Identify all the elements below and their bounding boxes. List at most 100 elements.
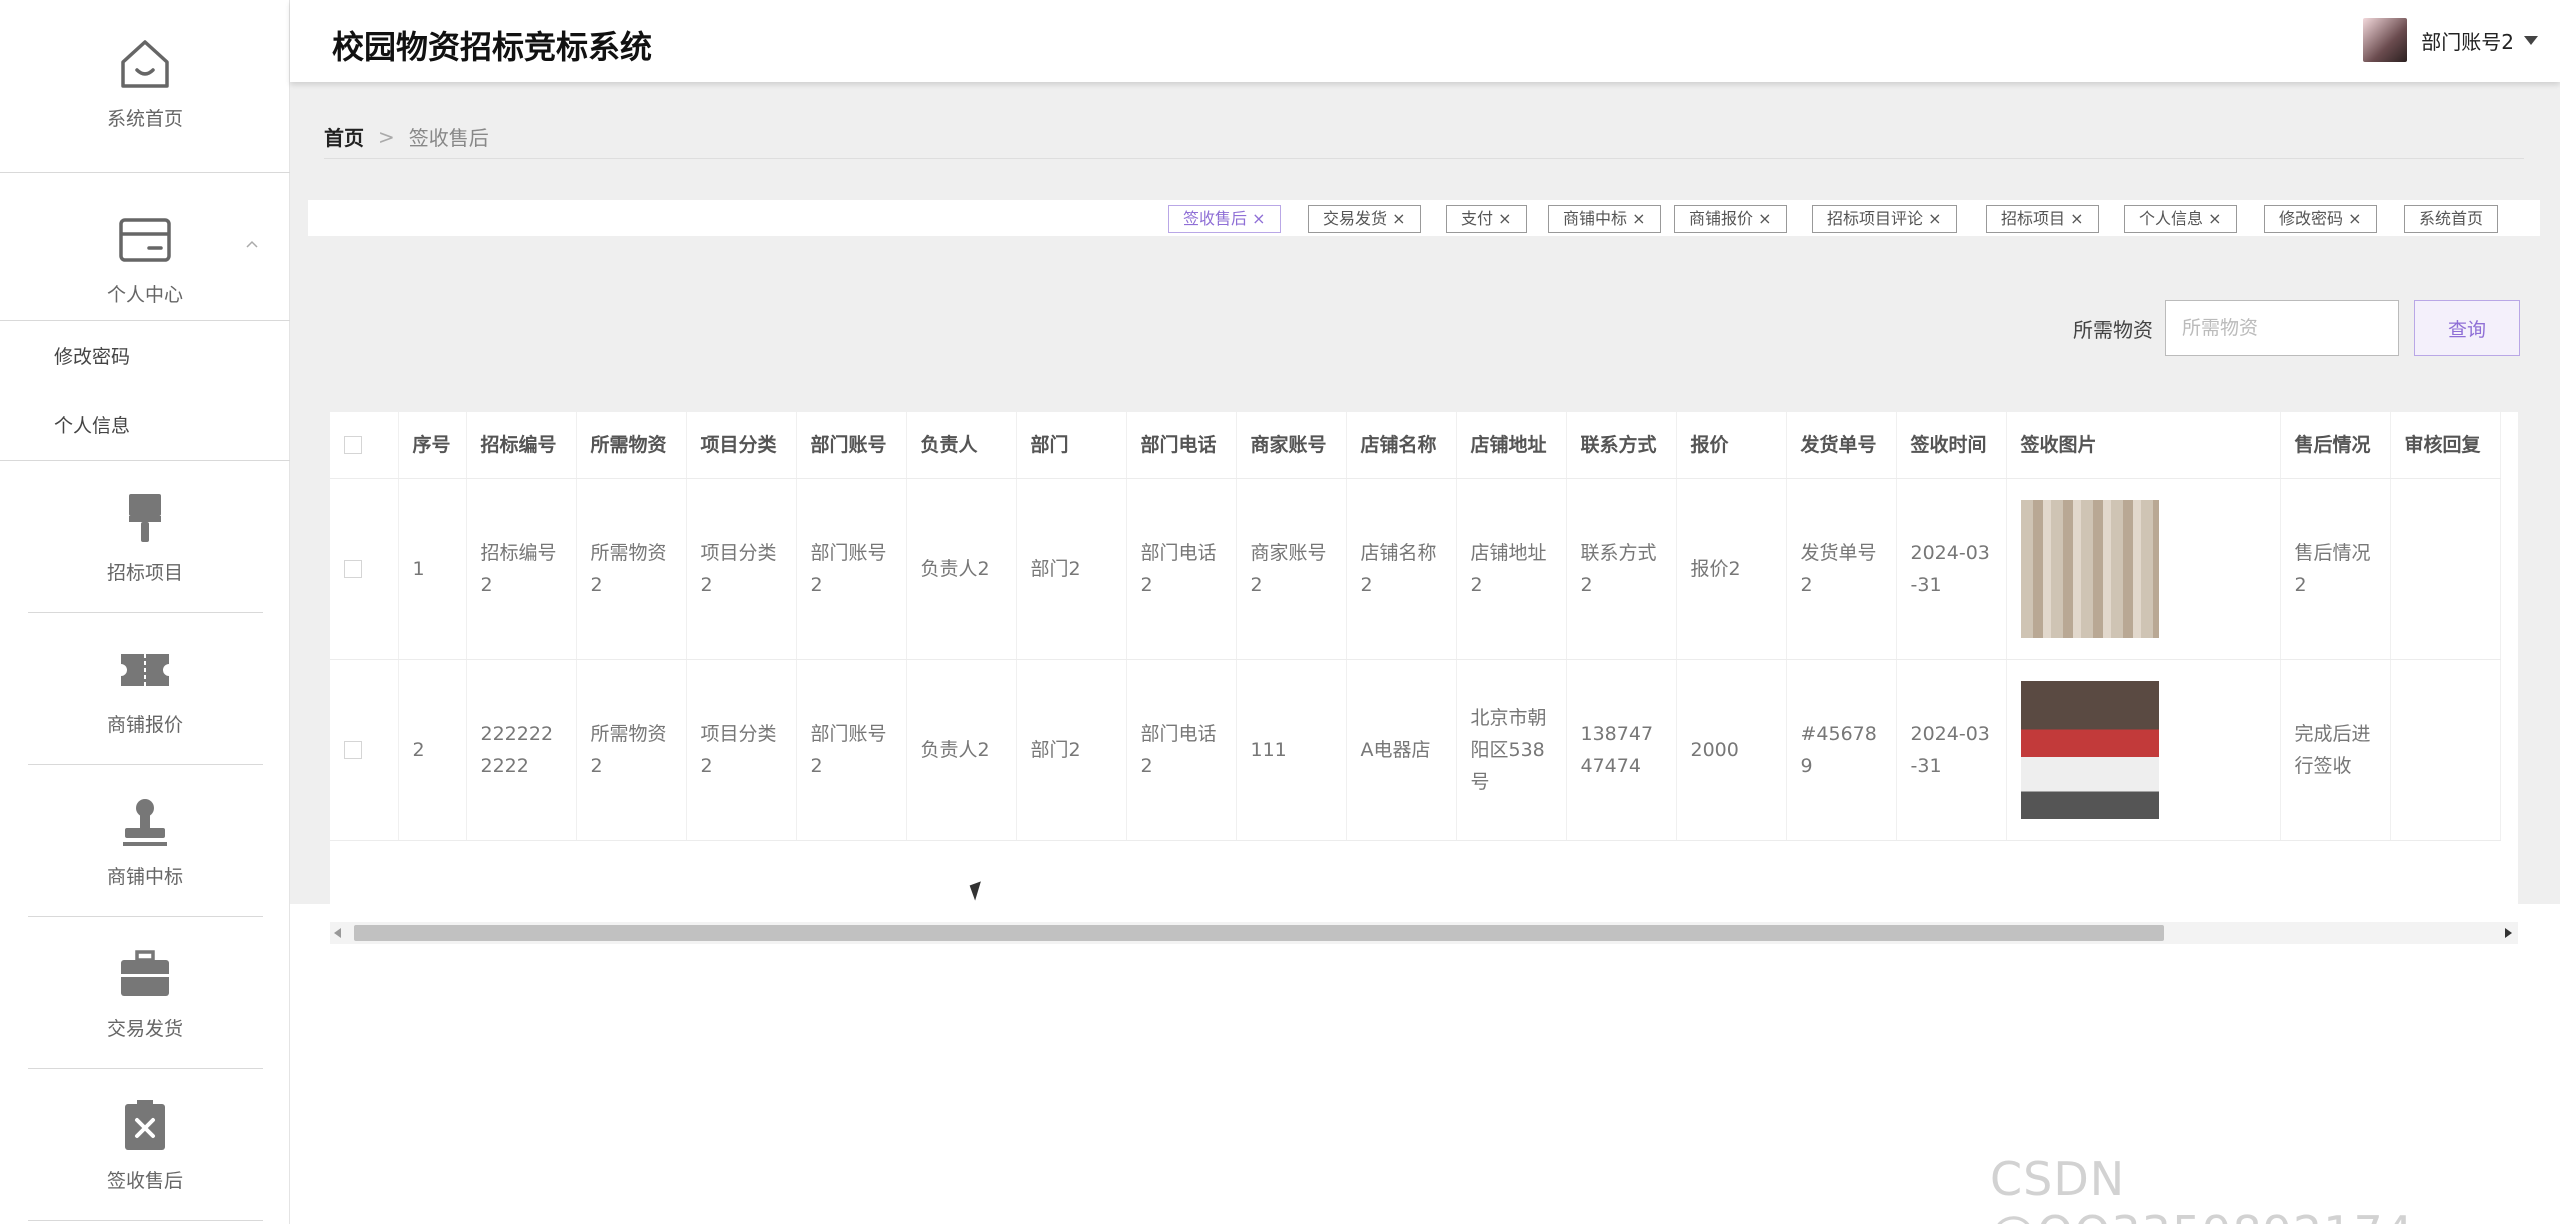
table-cell: 项目分类2 bbox=[686, 659, 797, 841]
sidebar-item-label: 商铺中标 bbox=[106, 866, 183, 888]
sidebar-item-shop-winning[interactable]: 商铺中标 bbox=[0, 792, 290, 889]
receipt-image-cell bbox=[2006, 478, 2281, 660]
search-input[interactable] bbox=[2165, 300, 2399, 356]
user-menu[interactable]: 部门账号2 bbox=[2363, 18, 2538, 62]
column-header: 售后情况 bbox=[2280, 412, 2391, 479]
tab-project-comments[interactable]: 招标项目评论 × bbox=[1812, 205, 1957, 233]
tab-bidding-projects[interactable]: 招标项目 × bbox=[1986, 205, 2099, 233]
search-label: 所需物资 bbox=[2073, 318, 2153, 342]
watermark: CSDN @QQ3359892174 bbox=[1990, 1152, 2413, 1224]
card-icon bbox=[119, 218, 171, 262]
tags-view-bar: 签收售后 × 交易发货 × 支付 × 商铺中标 × 商铺报价 × 招标项目评论 … bbox=[308, 200, 2540, 236]
divider bbox=[28, 916, 263, 917]
table-cell: 所需物资2 bbox=[576, 478, 687, 660]
table-cell: 2 bbox=[398, 659, 467, 841]
column-header: 部门 bbox=[1016, 412, 1127, 479]
divider bbox=[0, 320, 290, 321]
table-cell: 联系方式2 bbox=[1566, 478, 1677, 660]
avatar[interactable] bbox=[2363, 18, 2408, 62]
column-header: 序号 bbox=[398, 412, 467, 479]
table-cell: 发货单号2 bbox=[1786, 478, 1897, 660]
table-cell: #456789 bbox=[1786, 659, 1897, 841]
brush-icon bbox=[129, 494, 161, 542]
table-row[interactable]: 1 招标编号2 所需物资2 项目分类2 部门账号2 负责人2 部门2 部门电话2… bbox=[330, 478, 2501, 660]
receipt-image[interactable] bbox=[2020, 499, 2159, 638]
column-header: 负责人 bbox=[906, 412, 1017, 479]
row-select-cell[interactable] bbox=[330, 659, 399, 841]
table-cell: 2000 bbox=[1676, 659, 1787, 841]
app-title: 校园物资招标竞标系统 bbox=[332, 28, 653, 66]
row-select-cell[interactable] bbox=[330, 478, 399, 660]
scroll-right-arrow-icon[interactable] bbox=[2505, 928, 2512, 938]
tab-shop-quote[interactable]: 商铺报价 × bbox=[1674, 205, 1787, 233]
table-cell: 项目分类2 bbox=[686, 478, 797, 660]
table-cell: 部门2 bbox=[1016, 659, 1127, 841]
caret-down-icon[interactable] bbox=[2524, 35, 2538, 45]
table-cell: 2222222222 bbox=[466, 659, 577, 841]
sidebar-item-label: 签收售后 bbox=[106, 1170, 183, 1192]
table-cell: 售后情况2 bbox=[2280, 478, 2391, 660]
column-header: 联系方式 bbox=[1566, 412, 1677, 479]
chevron-up-icon[interactable] bbox=[245, 238, 259, 252]
table-row[interactable]: 2 2222222222 所需物资2 项目分类2 部门账号2 负责人2 部门2 … bbox=[330, 659, 2501, 841]
table-cell: 2024-03-31 bbox=[1896, 478, 2007, 660]
horizontal-scrollbar[interactable] bbox=[330, 922, 2518, 944]
column-header: 店铺地址 bbox=[1456, 412, 1567, 479]
column-header: 报价 bbox=[1676, 412, 1787, 479]
column-header: 招标编号 bbox=[466, 412, 577, 479]
sidebar-item-personal-center[interactable]: 个人中心 bbox=[0, 210, 290, 307]
sidebar-item-label: 个人中心 bbox=[106, 284, 183, 306]
sidebar-item-bidding-projects[interactable]: 招标项目 bbox=[0, 488, 290, 585]
column-header: 店铺名称 bbox=[1346, 412, 1457, 479]
breadcrumb-home[interactable]: 首页 bbox=[324, 122, 364, 151]
breadcrumb: 首页 > 签收售后 bbox=[324, 122, 489, 151]
receipt-image-cell bbox=[2006, 659, 2281, 841]
select-all-cell[interactable] bbox=[330, 412, 399, 479]
tab-personal-info[interactable]: 个人信息 × bbox=[2124, 205, 2237, 233]
stamp-icon bbox=[123, 799, 167, 846]
search-button[interactable]: 查询 bbox=[2414, 300, 2520, 356]
row-checkbox[interactable] bbox=[344, 560, 362, 578]
table-cell: 部门账号2 bbox=[796, 659, 907, 841]
tab-payment[interactable]: 支付 × bbox=[1446, 205, 1527, 233]
sidebar-item-label: 系统首页 bbox=[106, 108, 183, 130]
table-cell: 店铺名称2 bbox=[1346, 478, 1457, 660]
row-checkbox[interactable] bbox=[344, 741, 362, 759]
column-header: 签收时间 bbox=[1896, 412, 2007, 479]
table-cell: 报价2 bbox=[1676, 478, 1787, 660]
divider bbox=[0, 460, 290, 461]
table-cell bbox=[2390, 659, 2501, 841]
user-name[interactable]: 部门账号2 bbox=[2421, 26, 2514, 55]
column-header: 部门电话 bbox=[1126, 412, 1237, 479]
table-cell: 负责人2 bbox=[906, 478, 1017, 660]
tab-receipt-aftersale[interactable]: 签收售后 × bbox=[1168, 205, 1281, 233]
home-icon bbox=[121, 40, 169, 88]
sidebar-item-shop-quote[interactable]: 商铺报价 bbox=[0, 640, 290, 737]
column-header: 项目分类 bbox=[686, 412, 797, 479]
select-all-checkbox[interactable] bbox=[344, 436, 362, 455]
divider bbox=[28, 612, 263, 613]
tab-change-password[interactable]: 修改密码 × bbox=[2264, 205, 2377, 233]
sidebar-item-trade-shipping[interactable]: 交易发货 bbox=[0, 944, 290, 1041]
table-cell: 店铺地址2 bbox=[1456, 478, 1567, 660]
table-cell: 负责人2 bbox=[906, 659, 1017, 841]
table-cell: 2024-03-31 bbox=[1896, 659, 2007, 841]
sidebar-item-home[interactable]: 系统首页 bbox=[0, 34, 290, 131]
clipboard-x-icon bbox=[125, 1100, 165, 1150]
data-table: 序号 招标编号 所需物资 项目分类 部门账号 负责人 部门 部门电话 商家账号 … bbox=[330, 412, 2518, 922]
receipt-image[interactable] bbox=[2020, 680, 2159, 819]
sidebar-item-receipt-aftersale[interactable]: 签收售后 bbox=[0, 1096, 290, 1193]
breadcrumb-separator: > bbox=[378, 124, 395, 149]
table-cell: 部门电话2 bbox=[1126, 478, 1237, 660]
column-header: 签收图片 bbox=[2006, 412, 2281, 479]
sidebar-item-label: 商铺报价 bbox=[106, 714, 183, 736]
tab-trade-shipping[interactable]: 交易发货 × bbox=[1308, 205, 1421, 233]
scrollbar-thumb[interactable] bbox=[354, 925, 2164, 941]
column-header: 商家账号 bbox=[1236, 412, 1347, 479]
tab-shop-winning[interactable]: 商铺中标 × bbox=[1548, 205, 1661, 233]
table-cell: 部门2 bbox=[1016, 478, 1127, 660]
sidebar-subitem-change-password[interactable]: 修改密码 bbox=[54, 342, 130, 369]
tab-home[interactable]: 系统首页 bbox=[2404, 205, 2499, 233]
sidebar-subitem-personal-info[interactable]: 个人信息 bbox=[54, 411, 130, 438]
scroll-left-arrow-icon[interactable] bbox=[334, 928, 341, 938]
